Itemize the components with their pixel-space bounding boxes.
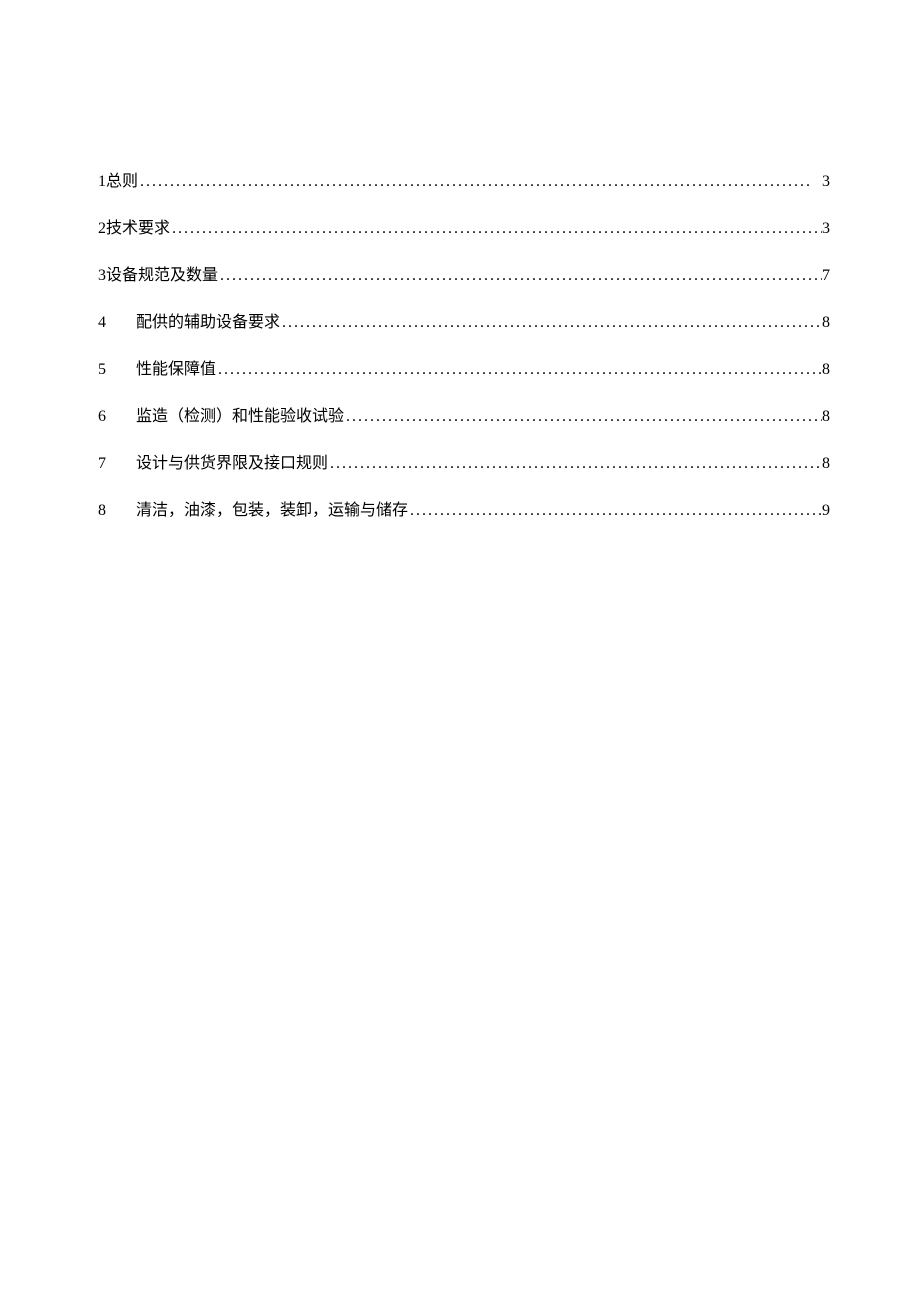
toc-page-number: 8 [822, 358, 830, 382]
toc-number: 6 [98, 405, 136, 429]
toc-entry[interactable]: 2 技术要求 .................................… [98, 217, 830, 241]
toc-page-number: 8 [822, 452, 830, 476]
toc-number: 3 [98, 264, 106, 288]
toc-leader-dots: ........................................… [170, 217, 822, 241]
toc-title: 监造（检测）和性能验收试验 [136, 405, 344, 429]
toc-leader-dots: ........................................… [328, 452, 822, 476]
toc-page-number: 8 [822, 311, 830, 335]
toc-number: 4 [98, 311, 136, 335]
toc-leader-dots: ........................................… [138, 170, 822, 194]
toc-page-number: 9 [822, 499, 830, 523]
toc-leader-dots: ........................................… [280, 311, 822, 335]
toc-title: 设备规范及数量 [106, 264, 218, 288]
toc-leader-dots: ........................................… [344, 405, 822, 429]
toc-number: 7 [98, 452, 136, 476]
toc-entry[interactable]: 5 性能保障值 ................................… [98, 358, 830, 382]
toc-title: 清洁，油漆，包装，装卸，运输与储存 [136, 499, 408, 523]
toc-number: 8 [98, 499, 136, 523]
toc-title: 技术要求 [106, 217, 170, 241]
table-of-contents: 1 总则 ...................................… [98, 170, 830, 523]
toc-number: 5 [98, 358, 136, 382]
toc-leader-dots: ........................................… [408, 499, 822, 523]
toc-page-number: 8 [822, 405, 830, 429]
toc-leader-dots: ........................................… [216, 358, 822, 382]
toc-title: 性能保障值 [136, 358, 216, 382]
toc-page-number: 3 [822, 217, 830, 241]
toc-title: 设计与供货界限及接口规则 [136, 452, 328, 476]
toc-number: 1 [98, 170, 106, 194]
toc-title: 配供的辅助设备要求 [136, 311, 280, 335]
toc-entry[interactable]: 6 监造（检测）和性能验收试验 ........................… [98, 405, 830, 429]
toc-page-number: 3 [822, 170, 830, 194]
toc-number: 2 [98, 217, 106, 241]
toc-leader-dots: ........................................… [218, 264, 822, 288]
toc-title: 总则 [106, 170, 138, 194]
toc-entry[interactable]: 1 总则 ...................................… [98, 170, 830, 194]
toc-entry[interactable]: 3 设备规范及数量 ..............................… [98, 264, 830, 288]
toc-page-number: 7 [822, 264, 830, 288]
toc-entry[interactable]: 8 清洁，油漆，包装，装卸，运输与储存 ....................… [98, 499, 830, 523]
toc-entry[interactable]: 4 配供的辅助设备要求 ............................… [98, 311, 830, 335]
toc-entry[interactable]: 7 设计与供货界限及接口规则 .........................… [98, 452, 830, 476]
